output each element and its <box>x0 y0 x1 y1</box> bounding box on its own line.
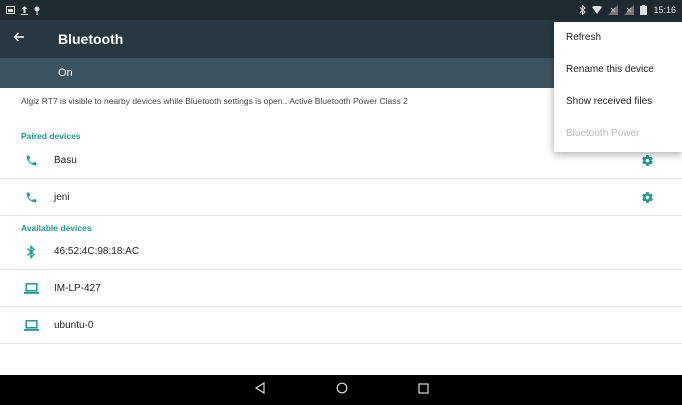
phone-icon <box>22 154 40 167</box>
overflow-menu: Refresh Rename this device Show received… <box>554 22 682 152</box>
status-bar: 15:16 <box>0 0 682 20</box>
menu-item-refresh[interactable]: Refresh <box>554 22 682 54</box>
recents-nav-icon[interactable] <box>417 381 429 399</box>
laptop-icon <box>22 283 40 294</box>
back-nav-icon[interactable] <box>254 381 266 399</box>
bluetooth-status-icon <box>580 5 587 15</box>
available-device-label: ubuntu-0 <box>54 320 94 331</box>
gear-icon[interactable] <box>640 153 654 167</box>
available-device-row[interactable]: ubuntu-0 <box>0 308 682 344</box>
upload-icon <box>21 5 28 15</box>
status-left-icons <box>6 5 40 15</box>
notification-screenshot-icon <box>6 6 15 14</box>
available-devices-header: Available devices <box>21 223 92 233</box>
paired-device-label: Basu <box>54 155 77 166</box>
status-right-icons: 15:16 <box>579 5 676 15</box>
paired-device-row[interactable]: jeni <box>0 180 682 216</box>
available-device-row[interactable]: IM-LP-427 <box>0 271 682 307</box>
menu-item-bluetooth-power: Bluetooth Power <box>566 128 640 139</box>
gear-icon[interactable] <box>640 190 654 204</box>
toggle-state-label: On <box>58 67 73 79</box>
visibility-description: Algiz RT7 is visible to nearby devices w… <box>21 96 408 106</box>
home-nav-icon[interactable] <box>336 381 348 399</box>
battery-icon <box>640 5 648 15</box>
signal-empty-icon <box>608 5 619 15</box>
available-device-label: 46:52:4C:98:18:AC <box>54 246 140 257</box>
back-arrow-icon[interactable] <box>13 20 35 58</box>
location-pin-icon <box>34 6 40 15</box>
menu-item-rename-device[interactable]: Rename this device <box>554 54 682 86</box>
phone-icon <box>22 191 40 204</box>
paired-devices-header: Paired devices <box>21 131 81 141</box>
page-title: Bluetooth <box>58 31 124 47</box>
available-device-label: IM-LP-427 <box>54 283 101 294</box>
status-time: 15:16 <box>653 5 676 15</box>
menu-item-show-received-files[interactable]: Show received files <box>554 86 682 118</box>
laptop-icon <box>22 320 40 331</box>
signal-empty-2-icon <box>624 5 635 15</box>
wifi-icon <box>592 6 603 14</box>
available-device-row[interactable]: 46:52:4C:98:18:AC <box>0 234 682 270</box>
paired-device-label: jeni <box>54 192 70 203</box>
bluetooth-icon <box>22 244 40 259</box>
navigation-bar <box>0 375 682 405</box>
